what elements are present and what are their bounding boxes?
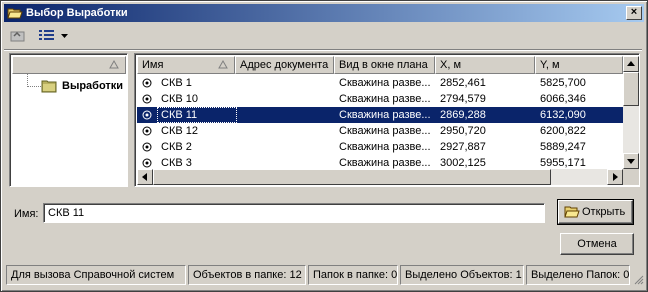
open-button-label: Открыть (582, 206, 626, 218)
status-bar: Для вызова Справочной систем Объектов в … (4, 263, 646, 289)
cell-x: 2950,720 (440, 125, 486, 137)
scroll-corner (623, 169, 639, 185)
up-folder-button[interactable] (8, 26, 28, 46)
cell-y: 6132,090 (540, 109, 586, 121)
status-objects-in-folder: Объектов в папке: 12 (188, 265, 306, 285)
borehole-icon (142, 110, 152, 120)
cell-y: 6200,822 (540, 125, 586, 137)
status-help: Для вызова Справочной систем (6, 265, 186, 285)
cell-view: Скважина разве... (339, 109, 431, 121)
table-row[interactable]: СКВ 11 Скважина разве... 2869,288 6132,090 (137, 107, 623, 123)
sort-arrow-icon (218, 60, 228, 69)
table-row[interactable]: СКВ 2 Скважина разве... 2927,887 5889,247 (137, 139, 623, 155)
table-row[interactable]: СКВ 12 Скважина разве... 2950,720 6200,822 (137, 123, 623, 139)
status-selected-folders: Выделено Папок: 0 (526, 265, 630, 285)
column-header-y[interactable]: Y, м (535, 56, 623, 74)
cancel-button[interactable]: Отмена (560, 233, 634, 255)
cell-view: Скважина разве... (339, 125, 431, 137)
column-header-label: Адрес документа (240, 59, 329, 71)
column-header-label: X, м (440, 59, 462, 71)
column-header-label: Вид в окне плана (339, 59, 428, 71)
dropdown-arrow-icon (61, 34, 68, 38)
status-selected-objects: Выделено Объектов: 1 (400, 265, 524, 285)
cell-x: 2869,288 (440, 109, 486, 121)
name-input[interactable] (43, 203, 545, 223)
vertical-scroll-thumb[interactable] (623, 72, 639, 106)
horizontal-scroll-thumb[interactable] (153, 169, 551, 185)
view-menu-button[interactable] (36, 26, 72, 46)
cell-address (240, 107, 336, 123)
open-folder-icon (564, 206, 580, 218)
vertical-scrollbar[interactable] (623, 56, 639, 169)
cell-address (240, 75, 336, 91)
up-folder-icon (10, 31, 25, 42)
sort-arrow-icon (109, 60, 119, 69)
cell-y: 5825,700 (540, 77, 586, 89)
cell-x: 2927,887 (440, 141, 486, 153)
cell-name: СКВ 2 (161, 141, 192, 153)
resize-grip-icon[interactable] (632, 273, 644, 285)
table-row[interactable]: СКВ 10 Скважина разве... 2794,579 6066,346 (137, 91, 623, 107)
object-list[interactable]: Имя Адрес документа Вид в окне плана X, … (134, 53, 640, 187)
open-folder-icon (7, 8, 23, 19)
column-header-label: Y, м (540, 59, 560, 71)
cancel-button-label: Отмена (577, 238, 617, 250)
scroll-right-button[interactable] (607, 169, 623, 185)
folder-tree[interactable]: Выработки (9, 53, 128, 187)
toolbar (6, 26, 642, 48)
arrow-down-icon (627, 159, 635, 164)
scroll-left-button[interactable] (137, 169, 153, 185)
borehole-icon (142, 158, 152, 168)
column-header-label: Имя (142, 59, 164, 71)
status-folders-in-folder: Папок в папке: 0 (308, 265, 398, 285)
arrow-up-icon (627, 61, 635, 66)
name-label: Имя: (14, 208, 39, 220)
table-row[interactable]: СКВ 1 Скважина разве... 2852,461 5825,700 (137, 75, 623, 91)
cell-view: Скважина разве... (339, 77, 431, 89)
focus-rect (157, 107, 237, 123)
cell-y: 5889,247 (540, 141, 586, 153)
column-header-x[interactable]: X, м (435, 56, 535, 74)
open-button[interactable]: Открыть (557, 199, 634, 225)
scroll-up-button[interactable] (623, 56, 639, 72)
cell-name: СКВ 1 (161, 77, 192, 89)
scroll-down-button[interactable] (623, 153, 639, 169)
arrow-left-icon (142, 173, 147, 181)
cell-view: Скважина разве... (339, 141, 431, 153)
tree-item-label: Выработки (62, 80, 124, 92)
cell-x: 2852,461 (440, 77, 486, 89)
dialog-window: Выбор Выработки × Выработки Имя Адрес до… (0, 0, 648, 292)
borehole-icon (142, 94, 152, 104)
title-bar[interactable]: Выбор Выработки × (4, 4, 644, 22)
borehole-icon (142, 78, 152, 88)
view-list-icon (39, 30, 54, 40)
window-title: Выбор Выработки (26, 7, 128, 19)
cell-x: 2794,579 (440, 93, 486, 105)
borehole-icon (142, 142, 152, 152)
cell-address (240, 123, 336, 139)
tree-connector (27, 74, 41, 87)
borehole-icon (142, 126, 152, 136)
arrow-right-icon (613, 173, 618, 181)
toolbar-separator (4, 49, 642, 51)
close-button[interactable]: × (626, 6, 642, 20)
column-header-view[interactable]: Вид в окне плана (334, 56, 435, 74)
horizontal-scrollbar[interactable] (137, 169, 623, 185)
cell-view: Скважина разве... (339, 93, 431, 105)
cell-address (240, 139, 336, 155)
cell-address (240, 91, 336, 107)
column-header-address[interactable]: Адрес документа (235, 56, 334, 74)
column-header-name[interactable]: Имя (137, 56, 235, 74)
cell-name: СКВ 12 (161, 125, 198, 137)
tree-header[interactable] (12, 56, 126, 74)
cell-y: 6066,346 (540, 93, 586, 105)
cell-name: СКВ 10 (161, 93, 198, 105)
folder-icon (41, 80, 57, 93)
